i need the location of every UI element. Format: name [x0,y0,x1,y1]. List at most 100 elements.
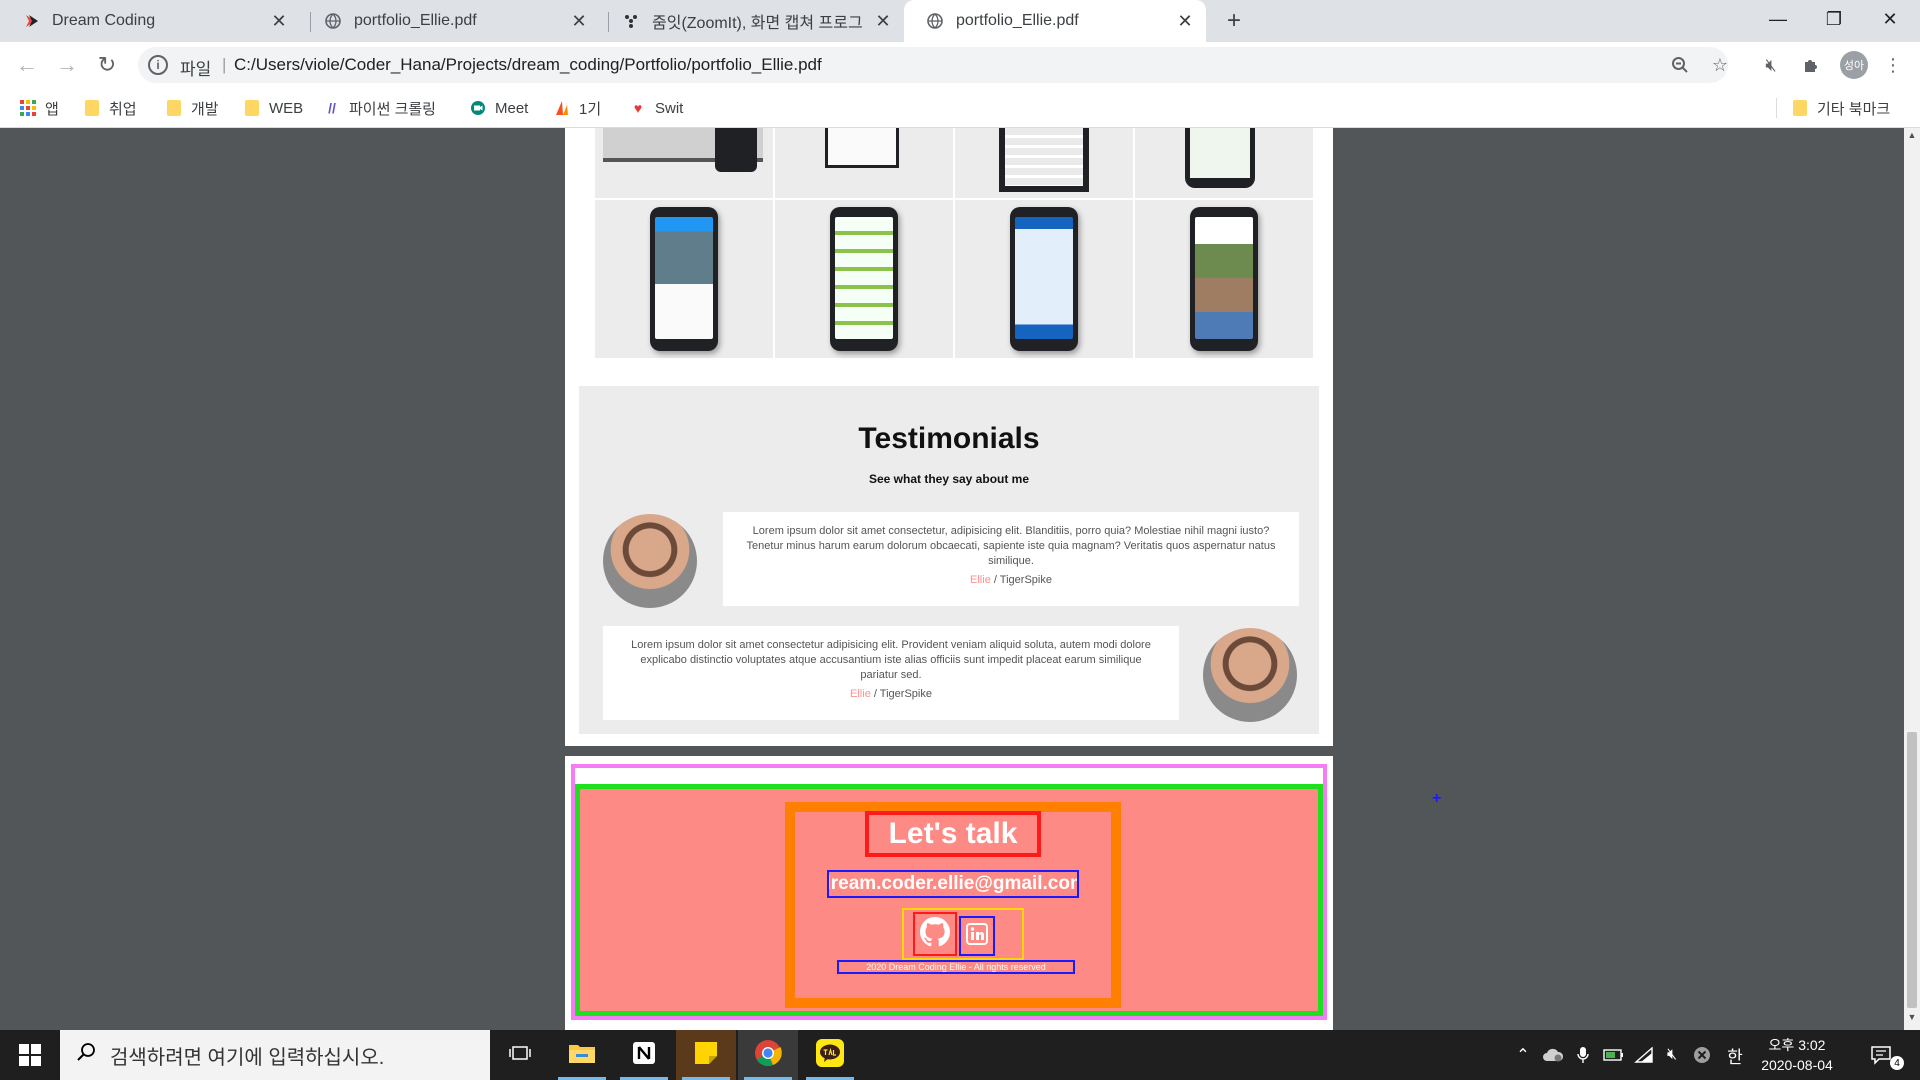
tab-portfolio-pdf-active[interactable]: portfolio_Ellie.pdf ✕ [904,0,1206,42]
linkedin-icon [966,922,988,950]
testimonial-author: Ellie / TigerSpike [623,687,1159,702]
linkedin-link[interactable] [959,916,995,956]
copyright-text: 2020 Dream Coding Ellie - All rights res… [837,960,1075,974]
mute-tab-icon[interactable]: 🔇︎ [1758,52,1784,78]
bookmark-label: 기타 북마크 [1817,100,1891,118]
close-tab-icon[interactable]: ✕ [268,10,290,32]
bookmark-folder-web[interactable]: WEB [244,96,303,120]
vertical-scrollbar[interactable]: ▲ ▼ [1904,128,1920,1030]
bookmark-other[interactable]: 기타 북마크 [1792,96,1890,120]
vpn-off-icon[interactable] [1690,1043,1714,1067]
tab-portfolio-pdf[interactable]: portfolio_Ellie.pdf ✕ [302,0,600,42]
zoom-icon[interactable] [1668,53,1692,77]
project-thumbnail [955,200,1133,358]
bookmark-apps[interactable]: 앱 [20,96,59,120]
close-tab-icon[interactable]: ✕ [568,10,590,32]
bookmark-label: Meet [495,99,529,117]
search-placeholder: 검색하려면 여기에 입력하십시오. [110,1046,385,1069]
forward-button[interactable]: → [52,50,82,80]
tab-strip: Dream Coding ✕ portfolio_Ellie.pdf ✕ 줌잇(… [0,0,1920,42]
testimonial-author: Ellie / TigerSpike [743,573,1279,588]
close-tab-icon[interactable]: ✕ [872,10,894,32]
contact-title: Let's talk [865,811,1041,857]
bookmark-star-icon[interactable]: ☆ [1708,53,1732,77]
task-view-button[interactable] [490,1030,550,1080]
phone-mockup [650,207,718,351]
folder-icon [568,1041,596,1070]
github-icon [920,916,950,952]
ime-indicator[interactable]: 한 [1722,1043,1748,1067]
tab-title: portfolio_Ellie.pdf [354,12,477,29]
zoomit-favicon [622,12,640,30]
pdf-viewer[interactable]: Testimonials See what they say about me … [0,128,1920,1030]
clock-time: 오후 3:02 [1768,1037,1826,1053]
wifi-icon[interactable] [1632,1043,1656,1067]
taskbar-chrome[interactable] [738,1030,798,1080]
bookmark-folder-job[interactable]: 취업 [84,96,137,120]
bookmarks-bar: 앱 취업 개발 WEB // 파이썬 크롤링 Meet 1기 ♥ Swit 기타… [0,88,1920,128]
menu-kebab-icon[interactable]: ⋮ [1880,52,1906,78]
address-bar[interactable]: i 파일 | C:/Users/viole/Coder_Hana/Project… [138,47,1728,83]
close-tab-icon[interactable]: ✕ [1174,10,1196,32]
restore-button[interactable]: ❐ [1806,0,1862,38]
contact-email[interactable]: dream.coder.ellie@gmail.com [827,870,1079,898]
testimonial-text: Lorem ipsum dolor sit amet consectetur, … [746,525,1276,567]
extensions-icon[interactable] [1798,52,1824,78]
microphone-icon[interactable] [1572,1043,1594,1067]
bookmark-folder-dev[interactable]: 개발 [166,96,219,120]
phone-mockup [715,128,757,172]
phone-mockup [825,128,899,168]
close-window-button[interactable]: ✕ [1862,0,1918,38]
new-tab-button[interactable]: + [1220,7,1248,35]
bookmark-1gi[interactable]: 1기 [554,96,601,120]
globe-icon [926,12,944,30]
volume-muted-icon[interactable]: 🔇︎ [1660,1043,1684,1067]
testimonial-quote: Lorem ipsum dolor sit amet consectetur a… [603,626,1179,720]
bookmark-label: WEB [269,99,304,117]
taskbar-kakaotalk[interactable] [800,1030,860,1080]
onedrive-icon[interactable] [1540,1043,1566,1067]
github-link[interactable] [913,912,957,956]
author-company: / TigerSpike [870,688,932,700]
battery-charging-icon[interactable] [1600,1043,1626,1067]
back-button[interactable]: ← [12,50,42,80]
search-icon [76,1042,96,1068]
bookmark-label: 개발 [191,100,219,118]
bookmark-python-crawling[interactable]: // 파이썬 크롤링 [324,96,436,120]
reload-button[interactable]: ↻ [92,50,122,80]
bookmark-swit[interactable]: ♥ Swit [630,96,684,120]
tab-dream-coding[interactable]: Dream Coding ✕ [0,0,300,42]
info-icon[interactable]: i [148,55,168,75]
address-scheme: 파일 [180,60,212,79]
start-button[interactable] [0,1030,60,1080]
profile-avatar[interactable]: 성아 [1840,51,1868,79]
windows-logo-icon [19,1044,41,1066]
section-subtitle: See what they say about me [868,472,1030,486]
scroll-up-arrow-icon[interactable]: ▲ [1904,130,1920,144]
address-url[interactable]: C:/Users/viole/Coder_Hana/Projects/dream… [234,55,822,75]
taskbar-search[interactable]: 검색하려면 여기에 입력하십시오. [60,1030,490,1080]
folder-icon [84,100,100,116]
notion-icon [631,1040,657,1071]
tab-title: portfolio_Ellie.pdf [956,12,1079,29]
phone-mockup [1190,207,1258,351]
scroll-down-arrow-icon[interactable]: ▼ [1904,1012,1920,1026]
pdf-page: Testimonials See what they say about me … [565,128,1333,746]
tray-overflow-chevron-icon[interactable]: ⌃ [1512,1043,1534,1067]
taskbar-sticky-notes[interactable] [676,1030,736,1080]
tab-zoomit[interactable]: 줌잇(ZoomIt), 화면 캡쳐 프로그 ✕ [600,0,904,42]
testimonials-section: Testimonials See what they say about me … [579,386,1319,734]
pdf-page: Let's talk dream.coder.ellie@gmail.com 2… [565,756,1333,1030]
project-thumbnail [775,128,953,198]
minimize-button[interactable]: — [1750,0,1806,38]
scrollbar-thumb[interactable] [1907,732,1917,1008]
task-view-icon [509,1044,531,1067]
clock-date: 2020-08-04 [1761,1057,1833,1073]
bookmark-meet[interactable]: Meet [470,96,528,120]
taskbar-file-explorer[interactable] [552,1030,612,1080]
system-clock[interactable]: 오후 3:02 2020-08-04 [1754,1035,1840,1075]
bookmark-label: 1기 [579,100,602,118]
taskbar-notion[interactable] [614,1030,674,1080]
apps-grid-icon [20,100,36,116]
phone-mockup [1010,207,1078,351]
